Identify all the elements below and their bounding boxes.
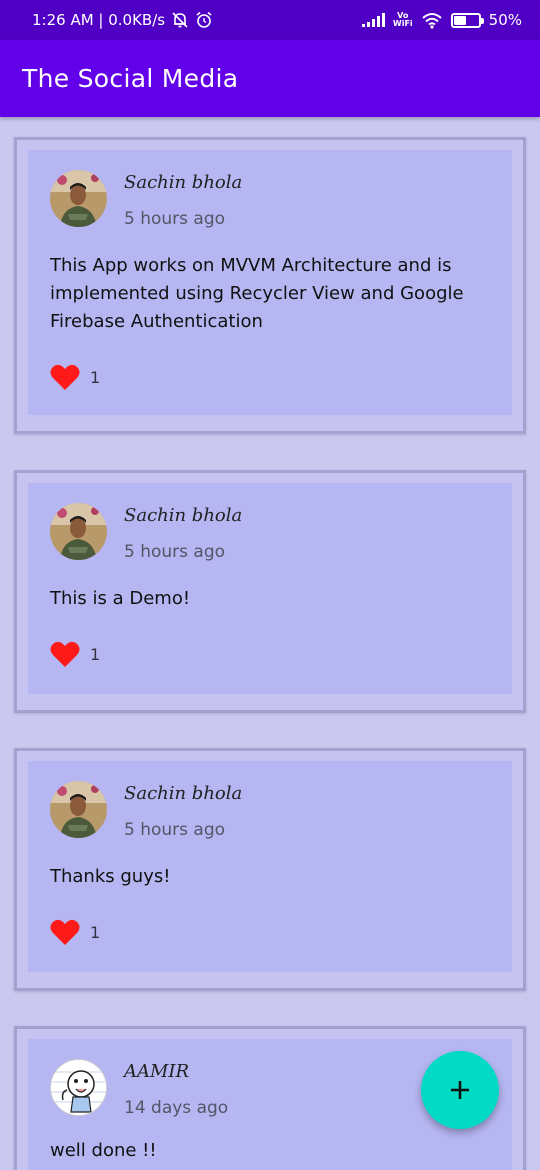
author-name[interactable]: AAMIR [124,1061,189,1082]
heart-icon[interactable] [50,641,80,668]
author-name[interactable]: Sachin bhola [124,172,242,193]
post-content: Sachin bhola 5 hours ago This is a Demo!… [28,483,512,694]
battery-fill [453,15,466,25]
battery-percent: 50% [488,11,522,29]
post-time: 14 days ago [124,1098,229,1118]
like-row: 1 [50,641,100,668]
post-card[interactable]: Sachin bhola 5 hours ago This is a Demo!… [14,470,526,713]
plus-icon [451,1081,469,1099]
wifi-icon [421,13,442,29]
post-text: This App works on MVVM Architecture and … [50,255,464,332]
alarm-icon [196,11,212,28]
like-count: 1 [90,645,101,664]
battery-icon [450,12,484,28]
like-count: 1 [90,368,101,387]
signal-icon [361,13,385,27]
post-content: Sachin bhola 5 hours ago This App works … [28,150,512,415]
profile-photo-icon [50,503,107,560]
avatar[interactable] [50,170,107,227]
status-left: 1:26 AM | 0.0KB/s [32,11,213,29]
post-text: Thanks guys! [50,866,171,887]
author-name[interactable]: Sachin bhola [124,505,242,526]
like-row: 1 [50,919,100,946]
post-card[interactable]: Sachin bhola 5 hours ago This App works … [14,137,526,434]
heart-icon[interactable] [50,919,80,946]
add-post-button[interactable] [421,1051,499,1129]
post-time: 5 hours ago [124,820,226,840]
avatar[interactable] [50,1059,107,1116]
avatar[interactable] [50,781,107,838]
status-right: Vo WiFi 50% [361,11,522,29]
bell-muted-icon [172,12,188,28]
app-title: The Social Media [22,64,239,93]
cartoon-avatar-icon [51,1060,106,1115]
post-card[interactable]: Sachin bhola 5 hours ago Thanks guys! 1 [14,748,526,991]
avatar[interactable] [50,503,107,560]
author-name[interactable]: Sachin bhola [124,783,242,804]
status-bar: 1:26 AM | 0.0KB/s Vo WiFi 50% [0,0,540,40]
app-bar: The Social Media [0,40,540,117]
post-text: well done !! [50,1140,157,1161]
post-feed[interactable]: Sachin bhola 5 hours ago This App works … [0,117,540,1170]
like-row: 1 [50,364,100,391]
profile-photo-icon [50,170,107,227]
post-time: 5 hours ago [124,209,226,229]
status-time: 1:26 AM | 0.0KB/s [32,11,166,29]
post-time: 5 hours ago [124,542,226,562]
post-content: Sachin bhola 5 hours ago Thanks guys! 1 [28,761,512,972]
vowifi-icon: Vo WiFi [393,12,413,28]
heart-icon[interactable] [50,364,80,391]
like-count: 1 [90,923,101,942]
post-text: This is a Demo! [50,588,191,609]
profile-photo-icon [50,781,107,838]
vowifi-bottom: WiFi [392,19,413,28]
